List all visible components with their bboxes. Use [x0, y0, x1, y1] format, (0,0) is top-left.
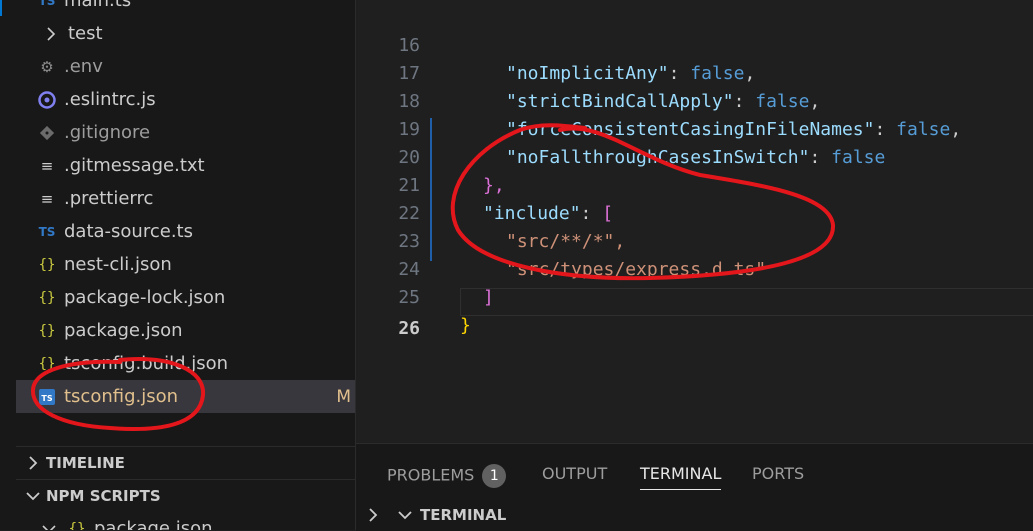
code-line: 17 "strictBindCallApply": false,	[356, 32, 1033, 112]
tab-ports[interactable]: PORTS	[752, 464, 804, 483]
code-line: 23 "src/types/express.d.ts"	[356, 200, 1033, 280]
file-env[interactable]: ⚙ .env	[16, 50, 355, 83]
tab-problems[interactable]: PROBLEMS 1	[387, 464, 507, 488]
closing-brace: }	[460, 315, 471, 336]
file-gitignore[interactable]: .gitignore	[16, 116, 355, 149]
file-tsconfig-build-json[interactable]: {} tsconfig.build.json	[16, 347, 355, 380]
chevron-right-icon	[356, 508, 390, 522]
code-line: 26	[356, 287, 1033, 339]
explorer-sidebar: TS main.ts test ⚙ .env .eslintrc.js .git…	[16, 0, 356, 530]
code-line: 25 }	[356, 256, 1033, 336]
timeline-section-header[interactable]: TIMELINE	[16, 446, 355, 479]
eslint-icon	[36, 90, 58, 109]
npm-package-json[interactable]: {} package.json	[16, 512, 355, 531]
code-line: 22 "src/**/*",	[356, 172, 1033, 252]
code-line: 19 "noFallthroughCasesInSwitch": false	[356, 88, 1033, 168]
file-package-lock-json[interactable]: {} package-lock.json	[16, 281, 355, 314]
json-icon: {}	[38, 256, 56, 273]
file-nest-cli-json[interactable]: {} nest-cli.json	[16, 248, 355, 281]
file-label: package-lock.json	[64, 287, 226, 308]
ts-icon: TS	[38, 0, 56, 8]
npm-scripts-label: NPM SCRIPTS	[46, 487, 161, 505]
text-file-icon: ≡	[40, 189, 54, 208]
terminal-section-header[interactable]: TERMINAL	[356, 500, 1033, 530]
terminal-header-label: TERMINAL	[420, 506, 507, 524]
modified-badge: M	[336, 386, 351, 407]
code-line: 16 "noImplicitAny": false,	[356, 4, 1033, 84]
file-tsconfig-json[interactable]: TS tsconfig.json M	[16, 380, 355, 413]
file-label: .gitignore	[64, 122, 151, 143]
code-line: 21 "include": [	[356, 144, 1033, 224]
ts-icon: TS	[38, 224, 56, 239]
npm-scripts-section-header[interactable]: NPM SCRIPTS	[16, 479, 355, 512]
json-icon: {}	[38, 355, 56, 372]
file-label: tsconfig.build.json	[64, 353, 229, 374]
file-label: nest-cli.json	[64, 254, 172, 275]
npm-package-label: package.json	[94, 518, 213, 530]
folder-test[interactable]: test	[16, 17, 355, 50]
code-line: 18 "forceConsistentCasingInFileNames": f…	[356, 60, 1033, 140]
file-main-ts[interactable]: TS main.ts	[16, 0, 355, 17]
json-icon: {}	[38, 289, 56, 306]
file-label: .prettierrc	[64, 188, 154, 209]
tsconfig-icon: TS	[36, 388, 58, 406]
text-file-icon: ≡	[40, 156, 54, 175]
file-package-json[interactable]: {} package.json	[16, 314, 355, 347]
code-editor[interactable]: 16 "noImplicitAny": false, 17 "strictBin…	[356, 0, 1033, 443]
git-icon	[36, 125, 58, 140]
file-label: .eslintrc.js	[64, 89, 156, 110]
folder-label: test	[68, 23, 103, 44]
chevron-down-icon	[20, 491, 46, 501]
chevron-down-icon	[38, 524, 60, 530]
chevron-down-icon	[390, 510, 420, 520]
file-label: .gitmessage.txt	[64, 155, 205, 176]
file-label: .env	[64, 56, 103, 77]
chevron-right-icon	[40, 26, 62, 41]
tab-output[interactable]: OUTPUT	[542, 464, 607, 483]
svg-text:TS: TS	[41, 394, 52, 403]
chevron-right-icon	[20, 456, 46, 470]
tab-terminal[interactable]: TERMINAL	[640, 464, 722, 490]
file-gitmessage[interactable]: ≡ .gitmessage.txt	[16, 149, 355, 182]
gear-icon: ⚙	[40, 57, 54, 76]
bottom-panel: PROBLEMS 1 OUTPUT TERMINAL PORTS TERMINAL	[356, 443, 1033, 531]
file-data-source-ts[interactable]: TS data-source.ts	[16, 215, 355, 248]
activity-active-indicator	[0, 0, 2, 16]
file-prettierrc[interactable]: ≡ .prettierrc	[16, 182, 355, 215]
timeline-label: TIMELINE	[46, 454, 125, 472]
file-eslintrc[interactable]: .eslintrc.js	[16, 83, 355, 116]
activity-bar	[0, 0, 17, 530]
code-line: 20 },	[356, 116, 1033, 196]
code-line: 24 ]	[356, 228, 1033, 308]
line-number: 26	[398, 318, 420, 339]
json-icon: {}	[38, 322, 56, 339]
file-label: main.ts	[64, 0, 132, 11]
tab-label: PROBLEMS	[387, 465, 475, 485]
json-icon: {}	[68, 520, 86, 531]
problems-count-badge: 1	[482, 464, 507, 488]
file-label: data-source.ts	[64, 221, 193, 242]
file-label: tsconfig.json	[64, 386, 179, 407]
file-label: package.json	[64, 320, 183, 341]
